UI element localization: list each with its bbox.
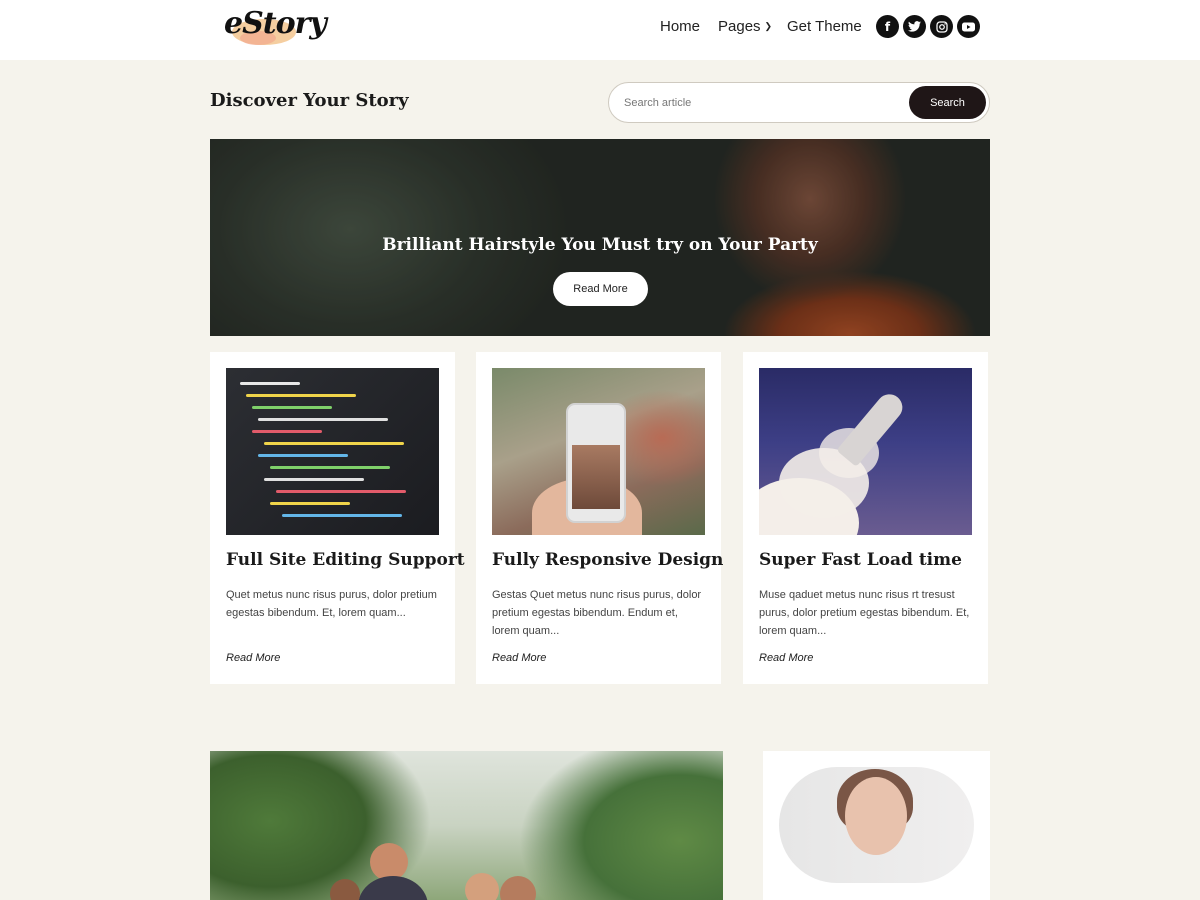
facebook-icon[interactable]: f	[876, 15, 899, 38]
card-excerpt: Quet metus nunc risus purus, dolor preti…	[226, 589, 437, 619]
person-head	[465, 873, 499, 900]
code-line	[264, 478, 364, 481]
code-line	[252, 406, 332, 409]
hero-read-more-button[interactable]: Read More	[553, 272, 648, 306]
chevron-down-icon: ❯	[764, 21, 773, 31]
instagram-icon[interactable]	[930, 15, 953, 38]
phone-shape	[566, 403, 626, 523]
code-line	[258, 454, 348, 457]
family-photo[interactable]	[210, 751, 723, 900]
post-card: Fully Responsive Design Gestas Quet metu…	[476, 352, 723, 684]
hero-banner: Brilliant Hairstyle You Must try on Your…	[210, 139, 990, 336]
phone-screen	[572, 445, 620, 509]
person-body	[358, 876, 428, 900]
site-logo[interactable]: eStory	[222, 4, 327, 50]
card-read-more-link[interactable]: Read More	[492, 652, 546, 664]
search-button[interactable]: Search	[909, 86, 986, 119]
twitter-icon[interactable]	[903, 15, 926, 38]
card-excerpt: Muse qaduet metus nunc risus rt tresust …	[759, 589, 970, 637]
card-excerpt: Gestas Quet metus nunc risus purus, dolo…	[492, 589, 702, 637]
person-head	[330, 879, 360, 900]
card-title[interactable]: Super Fast Load time	[759, 550, 974, 570]
code-line	[276, 490, 406, 493]
nav-pages[interactable]: Pages ❯	[718, 18, 772, 35]
code-line	[252, 430, 322, 433]
hero-title[interactable]: Brilliant Hairstyle You Must try on Your…	[210, 235, 990, 255]
person-head	[500, 876, 536, 900]
face-shape	[845, 777, 907, 855]
nav-pages-label: Pages	[718, 18, 761, 35]
code-screen-image[interactable]	[226, 368, 439, 535]
post-card: Super Fast Load time Muse qaduet metus n…	[743, 352, 988, 684]
code-line	[246, 394, 356, 397]
nav-home[interactable]: Home	[660, 18, 700, 35]
code-line	[258, 418, 388, 421]
code-line	[240, 382, 300, 385]
code-line	[270, 502, 350, 505]
search-input[interactable]	[624, 92, 894, 114]
author-profile-card	[763, 751, 990, 900]
page-heading: Discover Your Story	[210, 90, 409, 111]
logo-text: eStory	[224, 6, 327, 41]
site-header: eStory Home Pages ❯ Get Theme f	[0, 0, 1200, 60]
card-title[interactable]: Fully Responsive Design	[492, 550, 723, 570]
card-read-more-link[interactable]: Read More	[226, 652, 280, 664]
post-card: Full Site Editing Support Quet metus nun…	[210, 352, 465, 684]
author-avatar[interactable]	[779, 767, 974, 883]
code-line	[282, 514, 402, 517]
card-title[interactable]: Full Site Editing Support	[226, 550, 465, 570]
card-read-more-link[interactable]: Read More	[759, 652, 813, 664]
rocket-launch-image[interactable]	[759, 368, 972, 535]
phone-in-hand-image[interactable]	[492, 368, 705, 535]
youtube-icon[interactable]	[957, 15, 980, 38]
nav-get-theme[interactable]: Get Theme	[787, 18, 862, 35]
code-line	[270, 466, 390, 469]
search-form: Search	[608, 82, 990, 123]
code-line	[264, 442, 404, 445]
